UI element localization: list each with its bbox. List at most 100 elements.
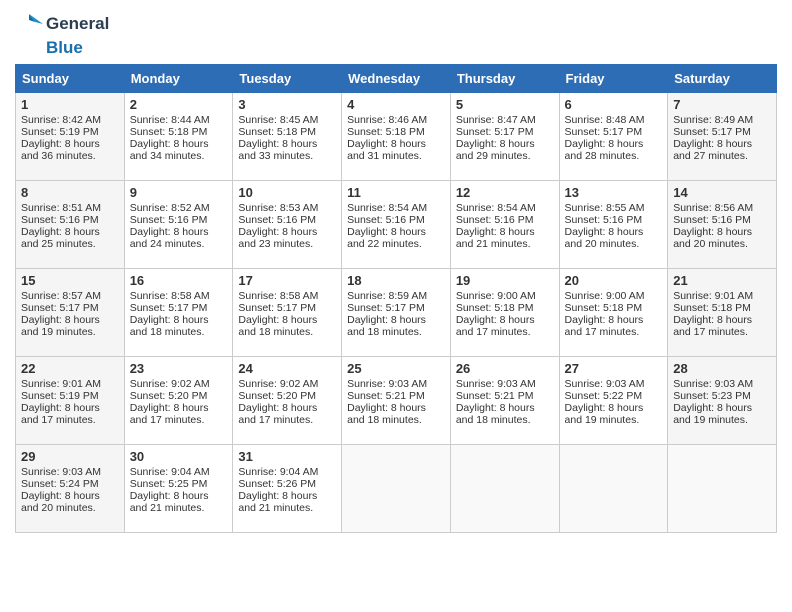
day-number: 16 [130,273,228,288]
daylight: Daylight: 8 hours and 18 minutes. [130,314,209,338]
sunrise: Sunrise: 8:55 AM [565,202,645,214]
sunrise: Sunrise: 9:00 AM [565,290,645,302]
sunrise: Sunrise: 8:54 AM [456,202,536,214]
sunset: Sunset: 5:23 PM [673,390,751,402]
sunset: Sunset: 5:24 PM [21,478,99,490]
calendar-cell: 5Sunrise: 8:47 AMSunset: 5:17 PMDaylight… [450,93,559,181]
day-number: 20 [565,273,663,288]
calendar-cell: 1 Sunrise: 8:42 AMSunset: 5:19 PMDaylight… [16,93,125,181]
week-row-2: 8Sunrise: 8:51 AMSunset: 5:16 PMDaylight… [16,181,777,269]
day-number: 1 [21,97,119,112]
calendar-cell: 17 Sunrise: 8:58 AMSunset: 5:17 PMDayligh… [233,269,342,357]
daylight: Daylight: 8 hours and 23 minutes. [238,226,317,250]
calendar-cell [668,445,777,533]
sunset: Sunset: 5:18 PM [565,302,643,314]
calendar-cell: 18Sunrise: 8:59 AMSunset: 5:17 PMDayligh… [342,269,451,357]
day-number: 27 [565,361,663,376]
sunrise: Sunrise: 8:59 AM [347,290,427,302]
sunrise: Sunrise: 8:44 AM [130,114,210,126]
sunset: Sunset: 5:17 PM [238,302,316,314]
sunset: Sunset: 5:16 PM [21,214,99,226]
daylight: Daylight: 8 hours and 34 minutes. [130,138,209,162]
day-number: 15 [21,273,119,288]
sunset: Sunset: 5:17 PM [565,126,643,138]
week-row-5: 29Sunrise: 9:03 AMSunset: 5:24 PMDayligh… [16,445,777,533]
calendar-cell: 3Sunrise: 8:45 AMSunset: 5:18 PMDaylight… [233,93,342,181]
sunset: Sunset: 5:16 PM [347,214,425,226]
week-row-4: 22Sunrise: 9:01 AMSunset: 5:19 PMDayligh… [16,357,777,445]
col-header-tuesday: Tuesday [233,65,342,93]
daylight: Daylight: 8 hours and 22 minutes. [347,226,426,250]
day-number: 8 [21,185,119,200]
daylight: Daylight: 8 hours and 17 minutes. [21,402,100,426]
daylight: Daylight: 8 hours and 18 minutes. [347,402,426,426]
daylight: Daylight: 8 hours and 21 minutes. [456,226,535,250]
calendar-cell [342,445,451,533]
sunset: Sunset: 5:18 PM [238,126,316,138]
daylight: Daylight: 8 hours and 18 minutes. [238,314,317,338]
sunset: Sunset: 5:16 PM [456,214,534,226]
day-number: 17 [238,273,336,288]
calendar-cell: 26Sunrise: 9:03 AMSunset: 5:21 PMDayligh… [450,357,559,445]
calendar-cell: 10Sunrise: 8:53 AMSunset: 5:16 PMDayligh… [233,181,342,269]
sunset: Sunset: 5:17 PM [21,302,99,314]
calendar-cell: 23Sunrise: 9:02 AMSunset: 5:20 PMDayligh… [124,357,233,445]
day-number: 19 [456,273,554,288]
sunrise: Sunrise: 9:01 AM [21,378,101,390]
col-header-monday: Monday [124,65,233,93]
daylight: Daylight: 8 hours and 17 minutes. [565,314,644,338]
day-number: 6 [565,97,663,112]
sunrise: Sunrise: 9:04 AM [130,466,210,478]
sunrise: Sunrise: 9:03 AM [673,378,753,390]
daylight: Daylight: 8 hours and 17 minutes. [130,402,209,426]
sunset: Sunset: 5:22 PM [565,390,643,402]
calendar-cell: 19Sunrise: 9:00 AMSunset: 5:18 PMDayligh… [450,269,559,357]
daylight: Daylight: 8 hours and 17 minutes. [456,314,535,338]
calendar-cell: 21Sunrise: 9:01 AMSunset: 5:18 PMDayligh… [668,269,777,357]
sunrise: Sunrise: 8:49 AM [673,114,753,126]
daylight: Daylight: 8 hours and 36 minutes. [21,138,100,162]
sunset: Sunset: 5:17 PM [673,126,751,138]
day-number: 28 [673,361,771,376]
calendar-cell: 28Sunrise: 9:03 AMSunset: 5:23 PMDayligh… [668,357,777,445]
calendar-cell: 2Sunrise: 8:44 AMSunset: 5:18 PMDaylight… [124,93,233,181]
day-number: 25 [347,361,445,376]
calendar-cell: 4Sunrise: 8:46 AMSunset: 5:18 PMDaylight… [342,93,451,181]
sunrise: Sunrise: 9:04 AM [238,466,318,478]
col-header-sunday: Sunday [16,65,125,93]
day-number: 21 [673,273,771,288]
calendar-cell: 15Sunrise: 8:57 AMSunset: 5:17 PMDayligh… [16,269,125,357]
sunrise: Sunrise: 8:58 AM [238,290,318,302]
daylight: Daylight: 8 hours and 20 minutes. [565,226,644,250]
sunset: Sunset: 5:19 PM [21,126,99,138]
calendar-cell: 6Sunrise: 8:48 AMSunset: 5:17 PMDaylight… [559,93,668,181]
sunrise: Sunrise: 9:03 AM [456,378,536,390]
sunrise: Sunrise: 8:54 AM [347,202,427,214]
day-number: 18 [347,273,445,288]
calendar-cell: 12 Sunrise: 8:54 AMSunset: 5:16 PMDayligh… [450,181,559,269]
day-number: 9 [130,185,228,200]
sunset: Sunset: 5:17 PM [456,126,534,138]
calendar-cell: 20 Sunrise: 9:00 AMSunset: 5:18 PMDayligh… [559,269,668,357]
week-row-1: 1Sunrise: 8:42 AMSunset: 5:19 PMDaylight… [16,93,777,181]
day-number: 23 [130,361,228,376]
daylight: Daylight: 8 hours and 19 minutes. [565,402,644,426]
calendar-cell [450,445,559,533]
sunset: Sunset: 5:19 PM [21,390,99,402]
day-number: 12 [456,185,554,200]
sunset: Sunset: 5:25 PM [130,478,208,490]
calendar-cell: 13Sunrise: 8:55 AMSunset: 5:16 PMDayligh… [559,181,668,269]
calendar-cell: 25Sunrise: 9:03 AMSunset: 5:21 PMDayligh… [342,357,451,445]
daylight: Daylight: 8 hours and 20 minutes. [673,226,752,250]
week-row-3: 15Sunrise: 8:57 AMSunset: 5:17 PMDayligh… [16,269,777,357]
day-number: 29 [21,449,119,464]
calendar-cell: 22Sunrise: 9:01 AMSunset: 5:19 PMDayligh… [16,357,125,445]
sunset: Sunset: 5:21 PM [456,390,534,402]
col-header-thursday: Thursday [450,65,559,93]
sunrise: Sunrise: 8:42 AM [21,114,101,126]
day-number: 10 [238,185,336,200]
col-header-saturday: Saturday [668,65,777,93]
daylight: Daylight: 8 hours and 17 minutes. [673,314,752,338]
day-number: 13 [565,185,663,200]
day-number: 11 [347,185,445,200]
